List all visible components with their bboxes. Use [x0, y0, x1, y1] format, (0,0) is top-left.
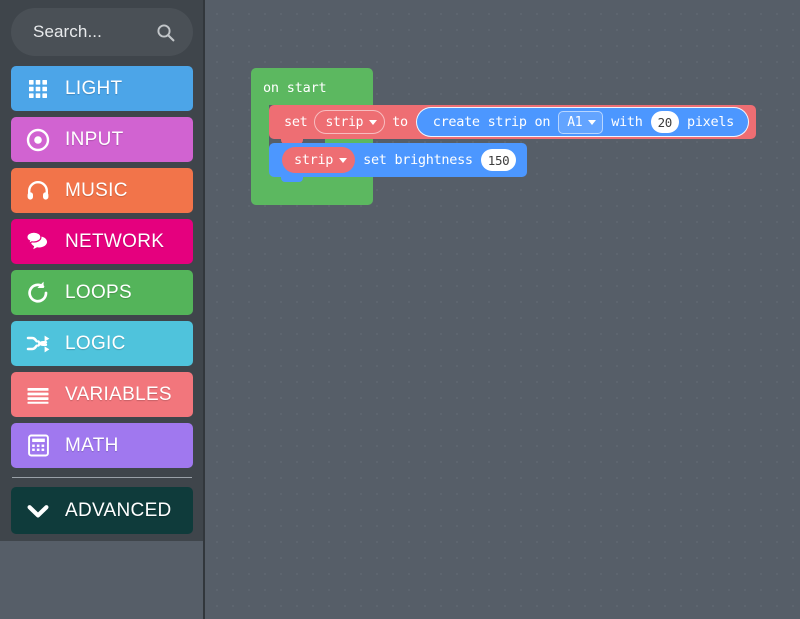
speech-bubbles-icon [23, 227, 53, 257]
loop-arrow-icon [23, 278, 53, 308]
toolbox-canvas-divider [203, 0, 205, 619]
create-strip-label: create strip on [432, 114, 551, 130]
to-keyword: to [392, 114, 408, 130]
sidebar-item-label: ADVANCED [65, 499, 172, 521]
sidebar-item-music[interactable]: MUSIC [11, 168, 193, 213]
headphones-icon [23, 176, 53, 206]
set-brightness-block[interactable]: strip set brightness 150 [269, 143, 528, 182]
strip-variable-pill[interactable]: strip [282, 147, 356, 173]
set-keyword: set [284, 114, 308, 130]
variable-name: strip [294, 152, 334, 168]
chevron-down-icon [588, 119, 597, 125]
shuffle-arrows-icon [23, 329, 53, 359]
block-notch [281, 177, 303, 182]
blocks-canvas[interactable]: on start set strip to create strip on A1 [203, 0, 800, 619]
variable-dropdown[interactable]: strip [314, 110, 386, 134]
sidebar-item-label: LOGIC [65, 332, 126, 354]
sidebar-item-network[interactable]: NETWORK [11, 219, 193, 264]
sidebar-item-label: VARIABLES [65, 383, 172, 405]
sidebar-item-variables[interactable]: VARIABLES [11, 372, 193, 417]
sidebar-item-label: INPUT [65, 128, 124, 150]
chevron-down-icon [369, 119, 378, 125]
sidebar-item-advanced[interactable]: ADVANCED [11, 487, 193, 534]
search-icon[interactable] [156, 23, 175, 42]
pixel-count-input[interactable]: 20 [650, 111, 680, 133]
sidebar-item-label: MATH [65, 434, 119, 456]
brightness-value-input[interactable]: 150 [480, 149, 517, 171]
target-dot-icon [23, 125, 53, 155]
on-start-label: on start [263, 80, 327, 96]
toolbox-sidebar: Search... LIGHT INPUT MUSIC NETWORK LOOP… [0, 0, 203, 619]
lines-stack-icon [23, 380, 53, 410]
variable-name: strip [325, 114, 364, 130]
search-input[interactable]: Search... [11, 8, 193, 56]
toolbox-content: Search... LIGHT INPUT MUSIC NETWORK LOOP… [0, 0, 203, 541]
pin-value: A1 [567, 114, 583, 130]
set-variable-block[interactable]: set strip to create strip on A1 with 20 … [269, 105, 756, 144]
create-strip-reporter-block[interactable]: create strip on A1 with 20 pixels [415, 107, 749, 137]
sidebar-item-logic[interactable]: LOGIC [11, 321, 193, 366]
grid-dots-icon [23, 74, 53, 104]
sidebar-item-light[interactable]: LIGHT [11, 66, 193, 111]
sidebar-item-loops[interactable]: LOOPS [11, 270, 193, 315]
with-keyword: with [611, 114, 643, 130]
sidebar-item-input[interactable]: INPUT [11, 117, 193, 162]
pin-dropdown[interactable]: A1 [558, 110, 604, 134]
sidebar-item-label: NETWORK [65, 230, 165, 252]
pixels-keyword: pixels [687, 114, 734, 130]
calculator-icon [23, 431, 53, 461]
chevron-down-icon [339, 157, 348, 163]
chevron-down-icon [23, 496, 53, 526]
search-placeholder: Search... [33, 22, 102, 41]
sidebar-item-math[interactable]: MATH [11, 423, 193, 468]
set-brightness-label: set brightness [363, 152, 473, 168]
sidebar-item-label: MUSIC [65, 179, 128, 201]
toolbox-divider [12, 477, 192, 478]
blocks-editor-app: Search... LIGHT INPUT MUSIC NETWORK LOOP… [0, 0, 800, 619]
sidebar-item-label: LOOPS [65, 281, 132, 303]
sidebar-item-label: LIGHT [65, 77, 123, 99]
